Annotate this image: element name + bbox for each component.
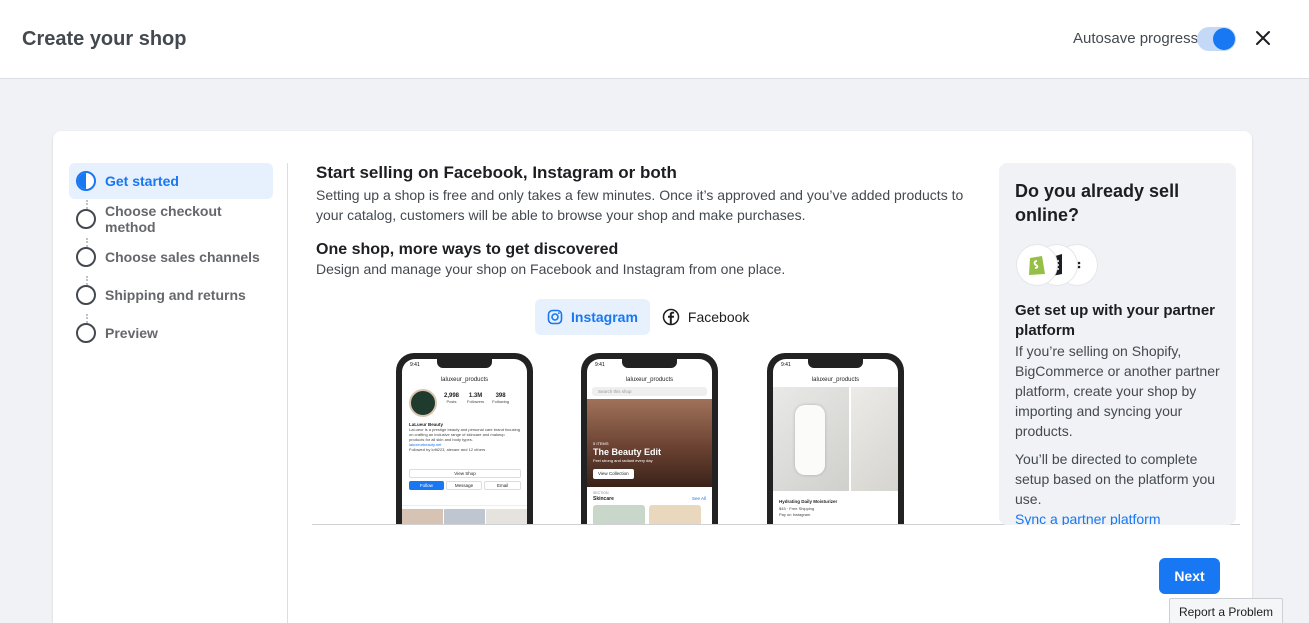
product-thumb: [649, 505, 701, 524]
phone-screen: 9:41 laluxeur_products 2,998 Posts 1.3M Fo…: [402, 359, 527, 524]
phone-time: 9:41: [410, 362, 420, 368]
photo-grid: [402, 509, 527, 524]
partner-text: If you’re selling on Shopify, BigCommerc…: [1015, 343, 1220, 439]
hero-kicker: 5 ITEMS: [593, 441, 609, 446]
see-all-link: See All: [691, 496, 706, 501]
phone-handle: laluxeur_products: [440, 377, 489, 383]
product-thumb: [593, 505, 645, 524]
profile-stats: 2,998 Posts 1.3M Followers 398 Following: [444, 393, 509, 404]
vertical-divider: [287, 163, 288, 623]
view-shop-button: View Shop: [409, 469, 521, 478]
hero-image: 5 ITEMS The Beauty Edit Feel strong and …: [587, 399, 712, 487]
tab-label: Facebook: [687, 309, 750, 325]
phone-handle: laluxeur_products: [625, 377, 674, 383]
intro-section: Start selling on Facebook, Instagram or …: [316, 163, 976, 279]
photo-thumb: [402, 509, 443, 524]
shop-search: Search this shop: [592, 387, 707, 396]
sync-partner-link[interactable]: Sync a partner platform: [1015, 509, 1220, 525]
phone-screen: 9:41 laluxeur_products Search this shop …: [587, 359, 712, 524]
phone-notch: [622, 359, 677, 368]
step-label: Choose checkout method: [105, 203, 222, 235]
tab-facebook[interactable]: Facebook: [650, 299, 761, 335]
product-price: $45 · Free Shipping: [779, 506, 815, 511]
phone-screen: 9:41 laluxeur_products Hydrating Daily M…: [773, 359, 898, 524]
profile-bio: LaLueur Beauty LaLueur is a prestige bea…: [409, 422, 521, 452]
profile-tabs: [402, 499, 527, 506]
step-choose-checkout-method[interactable]: Choose checkout method: [69, 201, 273, 237]
phone-notch: [437, 359, 492, 368]
brand-avatar: [409, 389, 437, 417]
intro-description: Setting up a shop is free and only takes…: [316, 187, 964, 223]
partner-panel: Do you already sell online? Get set up w…: [999, 163, 1236, 525]
step-label: Choose sales channels: [105, 249, 260, 265]
step-circle-icon: [76, 323, 96, 343]
platform-tabs: Instagram Facebook: [535, 299, 761, 335]
instagram-icon: [547, 309, 563, 325]
email-button: Email: [484, 481, 522, 490]
step-label: Shipping and returns: [105, 287, 246, 303]
autosave-toggle[interactable]: [1197, 27, 1236, 51]
stat-following: 398 Following: [492, 393, 510, 404]
shopify-logo: [1017, 245, 1057, 285]
product-image: [850, 387, 898, 491]
autosave-label: Autosave progress: [1073, 30, 1199, 47]
section-kicker: SECTION: [593, 491, 609, 495]
section-title: Skincare: [593, 496, 614, 502]
pay-note: Pay on Instagram: [779, 512, 811, 517]
top-bar: Create your shop Autosave progress: [0, 0, 1309, 79]
close-icon: [1256, 31, 1270, 45]
phone-notch: [808, 359, 863, 368]
step-label: Get started: [105, 173, 179, 189]
hero-title: The Beauty Edit: [593, 447, 662, 457]
report-problem-button[interactable]: Report a Problem: [1169, 598, 1283, 623]
partner-logos: [1015, 245, 1220, 287]
product-images: [773, 387, 898, 491]
bio-text: LaLueur is a prestige beauty and persona…: [409, 427, 520, 442]
phone-shop-mockup: 9:41 laluxeur_products Search this shop …: [581, 353, 718, 524]
step-circle-icon: [76, 209, 96, 229]
phone-profile-mockup: 9:41 laluxeur_products 2,998 Posts 1.3M Fo…: [396, 353, 533, 524]
message-button: Message: [445, 481, 483, 490]
step-choose-sales-channels[interactable]: Choose sales channels: [69, 239, 273, 275]
toggle-knob: [1213, 28, 1235, 50]
photo-thumb: [444, 509, 485, 524]
close-button[interactable]: [1252, 27, 1274, 49]
facebook-icon: [662, 308, 680, 326]
hero-subtitle: Feel strong and radiant every day: [593, 458, 653, 463]
partner-question: Do you already sell online?: [1015, 181, 1180, 225]
step-progress-icon: [76, 171, 96, 191]
step-circle-icon: [76, 247, 96, 267]
tab-label: Instagram: [571, 309, 638, 325]
discover-heading: One shop, more ways to get discovered: [316, 241, 619, 258]
directed-text: You’ll be directed to complete setup bas…: [1015, 451, 1216, 507]
intro-heading: Start selling on Facebook, Instagram or …: [316, 163, 677, 182]
partner-heading: Get set up with your partner platform: [1015, 302, 1216, 339]
step-get-started[interactable]: Get started: [69, 163, 273, 199]
step-circle-icon: [76, 285, 96, 305]
product-name: Hydrating Daily Moisturizer: [779, 499, 838, 504]
step-shipping-and-returns[interactable]: Shipping and returns: [69, 277, 273, 313]
stat-posts: 2,998 Posts: [444, 393, 460, 404]
page-title: Create your shop: [22, 28, 187, 50]
stat-followers: 1.3M Followers: [467, 393, 485, 404]
phone-handle: laluxeur_products: [811, 377, 860, 383]
tab-instagram[interactable]: Instagram: [535, 299, 650, 335]
product-image: [773, 387, 849, 491]
phone-time: 9:41: [595, 362, 605, 368]
phone-time: 9:41: [781, 362, 791, 368]
follow-button: Follow: [409, 481, 444, 490]
bottle-shape: [795, 405, 825, 475]
step-label: Preview: [105, 325, 158, 341]
setup-card: Get started Choose checkout method Choos…: [53, 131, 1252, 623]
profile-buttons: Follow Message Email: [409, 481, 522, 490]
photo-thumb: [486, 509, 527, 524]
discover-description: Design and manage your shop on Facebook …: [316, 261, 786, 277]
next-button[interactable]: Next: [1159, 558, 1220, 594]
shopify-icon: [1029, 256, 1045, 275]
phone-product-mockup: 9:41 laluxeur_products Hydrating Daily M…: [767, 353, 904, 524]
hero-button: View Collection: [593, 469, 634, 479]
step-preview[interactable]: Preview: [69, 315, 273, 351]
followed-by: Followed by lofti223, alexanr and 12 oth…: [409, 447, 486, 452]
